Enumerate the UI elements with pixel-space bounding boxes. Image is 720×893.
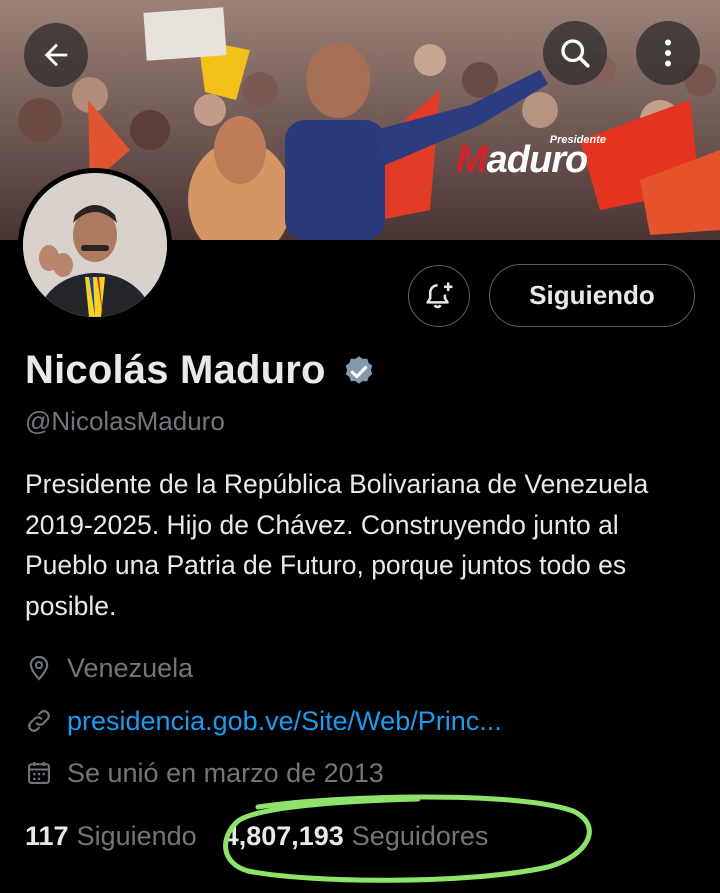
notifications-button[interactable] (408, 265, 470, 327)
more-button[interactable] (636, 21, 700, 85)
profile-handle: @NicolasMaduro (25, 406, 225, 436)
search-icon (561, 39, 590, 68)
avatar[interactable] (18, 168, 172, 322)
followers-stat[interactable]: 4,807,193 Seguidores (224, 821, 489, 852)
brand-logo: Presidente Maduro (456, 134, 606, 184)
profile-joined: Se unió en marzo de 2013 (25, 753, 384, 793)
following-stat[interactable]: 117 Siguiendo (25, 821, 197, 852)
profile-stats: 117 Siguiendo 4,807,193 Seguidores (25, 815, 488, 857)
profile-name-row: Nicolás Maduro (25, 345, 378, 395)
profile-website-link[interactable]: presidencia.gob.ve/Site/Web/Princ... (67, 706, 502, 737)
following-label: Siguiendo (76, 820, 197, 851)
profile-website[interactable]: presidencia.gob.ve/Site/Web/Princ... (25, 701, 502, 741)
location-pin-icon (29, 655, 49, 681)
profile-bio: Presidente de la República Bolivariana d… (25, 469, 649, 621)
followers-count: 4,807,193 (223, 820, 344, 851)
profile-name: Nicolás Maduro (25, 347, 326, 392)
following-button[interactable]: Siguiendo (489, 264, 695, 327)
arrow-left-icon (44, 43, 68, 67)
calendar-icon (28, 761, 50, 784)
followers-label: Seguidores (351, 820, 489, 851)
back-button[interactable] (24, 23, 88, 87)
link-icon (28, 710, 50, 732)
bell-plus-icon (426, 282, 453, 309)
brand-logo-name: Maduro (456, 139, 588, 181)
avatar-photo (23, 173, 167, 317)
verified-badge-icon[interactable] (340, 351, 378, 389)
following-count: 117 (25, 820, 69, 851)
profile-location-text: Venezuela (67, 652, 194, 683)
profile-joined-text: Se unió en marzo de 2013 (67, 757, 384, 788)
profile-location: Venezuela (25, 648, 193, 688)
more-vertical-icon (665, 39, 671, 67)
search-button[interactable] (543, 21, 607, 85)
